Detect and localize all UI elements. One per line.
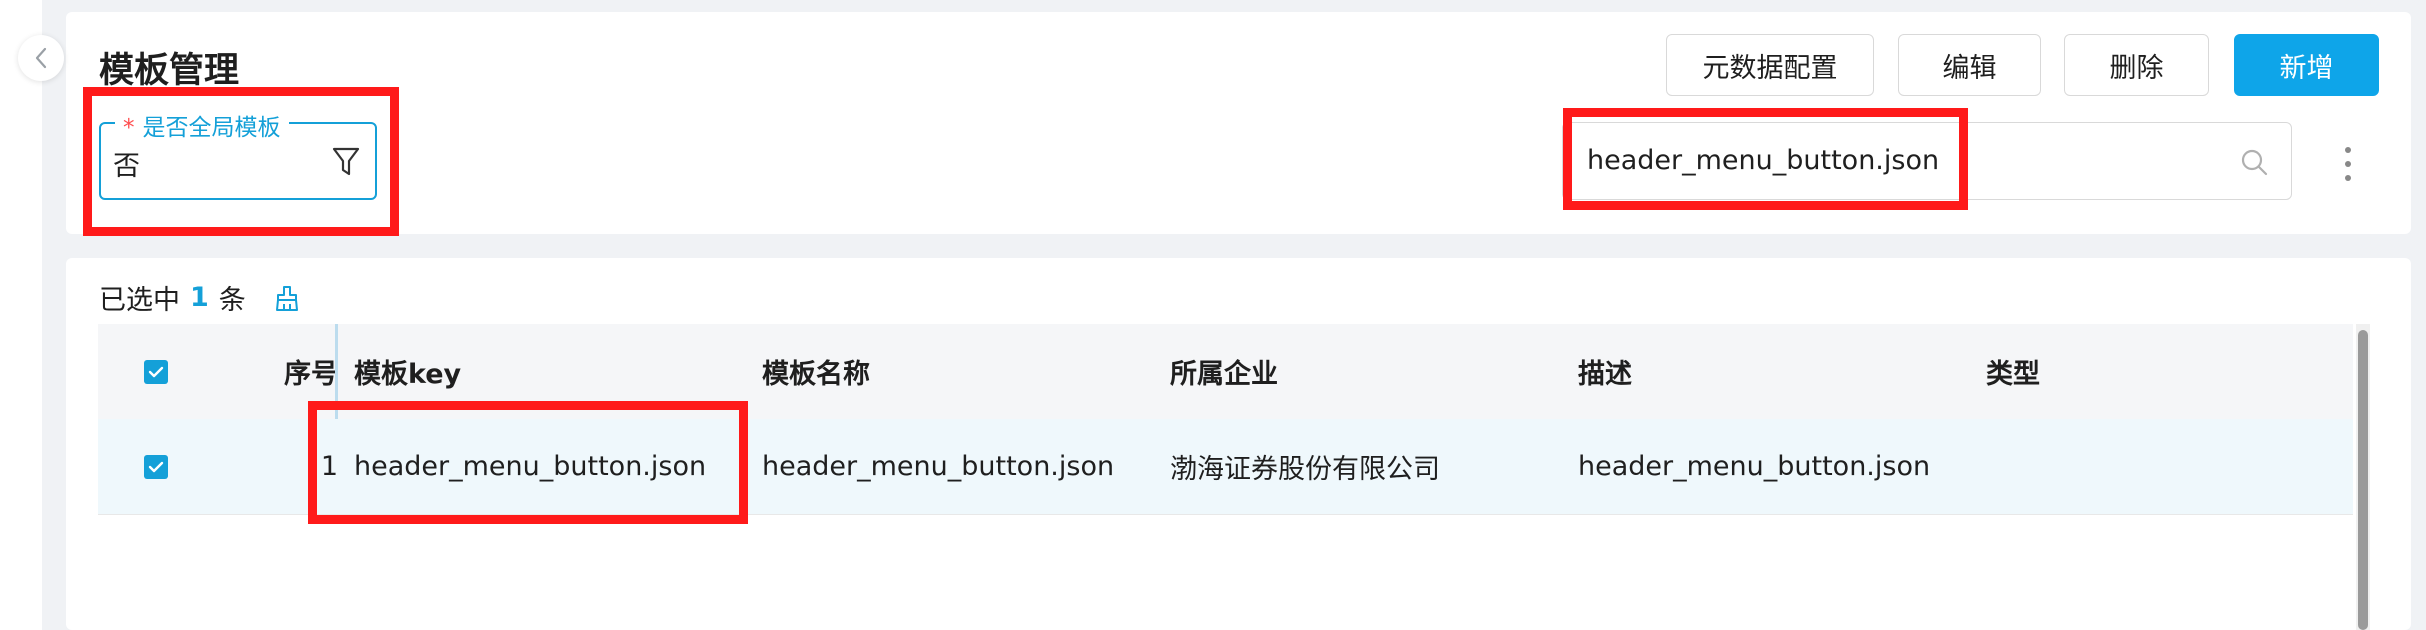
add-button[interactable]: 新增 <box>2234 34 2379 96</box>
left-rail <box>0 0 42 630</box>
funnel-icon[interactable] <box>331 146 361 178</box>
selection-count: 1 <box>190 282 209 313</box>
column-header-company[interactable]: 所属企业 <box>1170 324 1278 419</box>
table-header: 序号 模板key 模板名称 所属企业 描述 类型 <box>98 324 2353 419</box>
column-header-key[interactable]: 模板key <box>354 324 461 419</box>
checkbox-checked-icon <box>144 454 168 479</box>
chevron-left-icon <box>35 47 47 69</box>
more-vertical-icon[interactable] <box>2338 144 2358 184</box>
column-header-name[interactable]: 模板名称 <box>762 324 870 419</box>
column-header-description[interactable]: 描述 <box>1578 324 1632 419</box>
search-input[interactable]: header_menu_button.json <box>1562 122 2292 200</box>
filter-label: * 是否全局模板 <box>115 108 289 142</box>
selection-info: 已选中 1 条 <box>99 278 302 317</box>
column-header-type[interactable]: 类型 <box>1986 324 2040 419</box>
selection-suffix: 条 <box>218 285 246 316</box>
row-index: 1 <box>320 451 338 482</box>
filter-value: 否 <box>113 151 140 182</box>
filter-label-text: 是否全局模板 <box>142 115 281 141</box>
page-title: 模板管理 <box>99 51 240 91</box>
scrollbar-thumb[interactable] <box>2358 330 2368 630</box>
column-header-index: 序号 <box>284 359 338 390</box>
row-description: header_menu_button.json <box>1578 451 1931 482</box>
row-template-key: header_menu_button.json <box>354 451 707 482</box>
required-mark: * <box>123 115 135 141</box>
row-template-name: header_menu_button.json <box>762 451 1115 482</box>
row-company: 渤海证券股份有限公司 <box>1170 454 1440 485</box>
template-table: 序号 模板key 模板名称 所属企业 描述 类型 1 header_menu_b… <box>98 324 2353 630</box>
table-card: 已选中 1 条 序号 模板key 模板名称 所属企业 描述 类型 1 heade… <box>66 258 2411 630</box>
checkbox-checked-icon <box>144 359 168 384</box>
column-resize-divider[interactable] <box>335 324 338 419</box>
metadata-config-button[interactable]: 元数据配置 <box>1666 34 1874 96</box>
selection-prefix: 已选中 <box>99 285 180 316</box>
clear-selection-broom-icon[interactable] <box>272 283 302 313</box>
table-scrollbar[interactable] <box>2356 324 2370 630</box>
edit-button[interactable]: 编辑 <box>1898 34 2041 96</box>
filter-card: 模板管理 元数据配置 编辑 删除 新增 * 是否全局模板 否 header_men… <box>66 12 2411 234</box>
select-all-checkbox[interactable] <box>144 324 168 419</box>
table-row[interactable]: 1 header_menu_button.json header_menu_bu… <box>98 419 2353 515</box>
row-checkbox[interactable] <box>144 419 168 514</box>
search-input-value: header_menu_button.json <box>1587 145 1940 176</box>
delete-button[interactable]: 删除 <box>2064 34 2209 96</box>
collapse-sidebar-button[interactable] <box>18 35 64 81</box>
global-template-filter[interactable]: * 是否全局模板 否 <box>99 108 377 200</box>
search-icon[interactable] <box>2239 147 2269 177</box>
